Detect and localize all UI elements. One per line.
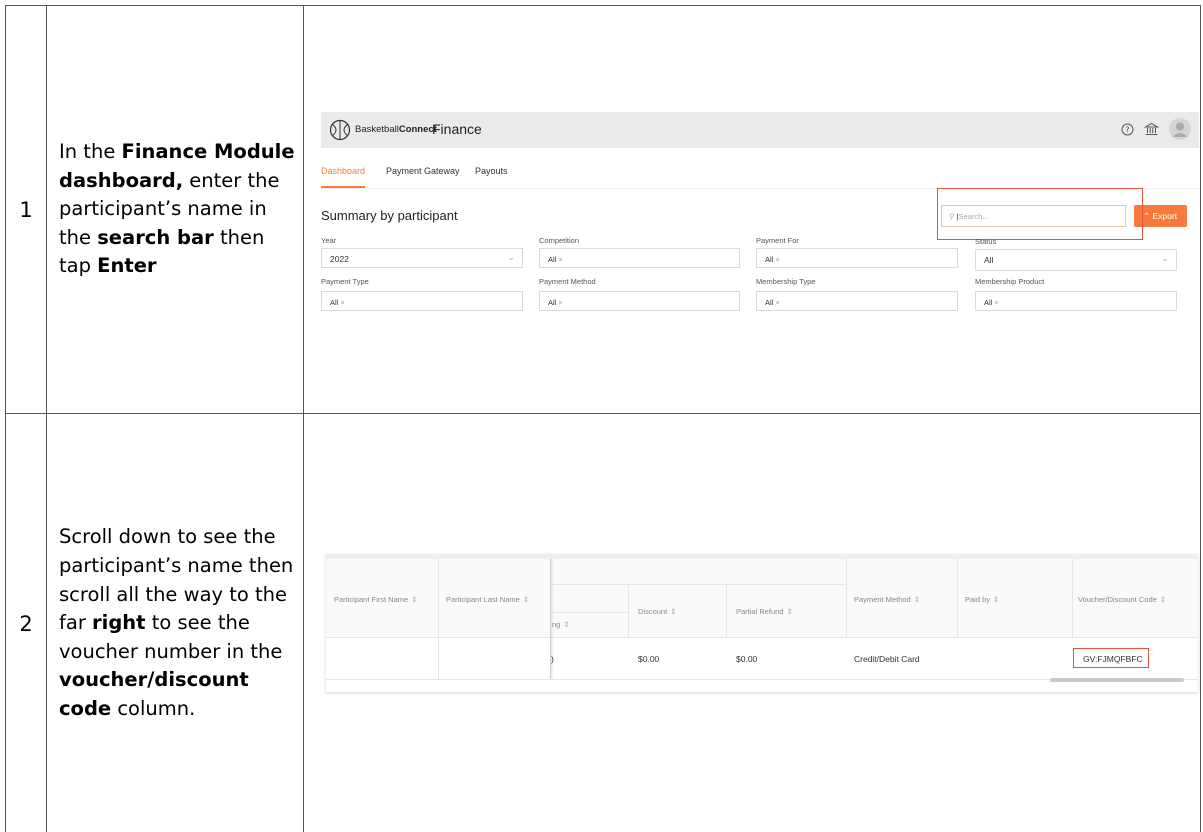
membership-product-select[interactable]: All ×: [975, 291, 1177, 311]
column-divider: [438, 559, 439, 679]
column-header-voucher[interactable]: Voucher/Discount Code ⇕: [1078, 595, 1166, 604]
filter-label-membership-type: Membership Type: [756, 277, 816, 286]
step-instruction-2: Scroll down to see the participant’s nam…: [46, 413, 304, 832]
column-header-partial[interactable]: ng ⇕: [552, 620, 570, 629]
competition-select[interactable]: All ×: [539, 248, 740, 268]
step-number-1: 1: [5, 5, 47, 414]
column-header-partial-refund[interactable]: Partial Refund ⇕: [736, 607, 793, 616]
column-divider: [726, 584, 727, 637]
chevron-down-icon: ⌄: [1161, 253, 1169, 263]
sort-icon[interactable]: ⇕: [787, 607, 793, 616]
status-select[interactable]: All ⌄: [975, 249, 1177, 271]
chevron-down-icon: ⌄: [507, 252, 515, 262]
section-title: Summary by participant: [321, 208, 458, 223]
top-icons: ?: [1121, 118, 1191, 140]
voucher-highlight-box: [1073, 648, 1149, 668]
cell-payment-method: Credit/Debit Card: [854, 654, 920, 664]
close-icon[interactable]: ×: [558, 255, 562, 264]
filter-label-status: Status: [975, 237, 997, 246]
step-row-2: 2 Scroll down to see the participant’s n…: [5, 413, 1201, 832]
sort-icon[interactable]: ⇕: [411, 595, 417, 604]
finance-dashboard-screenshot: BasketballConnect Finance ? Dashboard Pa…: [321, 112, 1199, 317]
column-divider: [957, 559, 958, 637]
bold-term: right: [92, 611, 146, 635]
column-divider: [1072, 559, 1073, 637]
fixed-column-shadow: [550, 559, 554, 679]
cell-discount: $0.00: [638, 654, 660, 664]
column-header-discount[interactable]: Discount ⇕: [638, 607, 676, 616]
filter-chip[interactable]: All ×: [548, 298, 563, 307]
filter-label-payment-type: Payment Type: [321, 277, 369, 286]
row-divider: [326, 637, 1198, 638]
tab-payment-gateway[interactable]: Payment Gateway: [386, 166, 460, 176]
close-icon[interactable]: ×: [994, 298, 998, 307]
filter-chip[interactable]: All ×: [765, 298, 780, 307]
filter-chip[interactable]: All ×: [765, 255, 780, 264]
payment-method-select[interactable]: All ×: [539, 291, 740, 311]
filter-chip[interactable]: All ×: [548, 255, 563, 264]
payment-type-select[interactable]: All ×: [321, 291, 523, 311]
bold-term: Enter: [97, 254, 157, 278]
step-screenshot-2: Participant First Name ⇕ Participant Last…: [303, 413, 1201, 832]
chevron-up-icon: ⌃: [1143, 211, 1151, 221]
filter-chip[interactable]: All ×: [330, 298, 345, 307]
column-divider: [846, 559, 847, 637]
column-header-first-name[interactable]: Participant First Name ⇕: [334, 595, 417, 604]
filter-label-year: Year: [321, 236, 337, 245]
app-title: Finance: [432, 121, 482, 137]
sort-icon[interactable]: ⇕: [563, 620, 569, 629]
close-icon[interactable]: ×: [775, 255, 779, 264]
brand-logo-text[interactable]: BasketballConnect: [355, 124, 437, 135]
filter-label-competition: Competition: [539, 236, 580, 245]
svg-text:?: ?: [1125, 125, 1129, 134]
status-value: All: [984, 255, 994, 265]
column-header-payment-method[interactable]: Payment Method ⇕: [854, 595, 920, 604]
instruction-table: 1 In the Finance Module dashboard, enter…: [5, 5, 1201, 832]
column-header-last-name[interactable]: Participant Last Name ⇕: [446, 595, 529, 604]
instruction-text: column.: [111, 696, 196, 720]
step-row-1: 1 In the Finance Module dashboard, enter…: [5, 5, 1201, 414]
bold-term: search bar: [97, 225, 214, 249]
bank-icon[interactable]: [1144, 122, 1159, 136]
filter-label-payment-for: Payment For: [756, 236, 799, 245]
column-header-paid-by[interactable]: Paid by ⇕: [965, 595, 999, 604]
sort-icon[interactable]: ⇕: [993, 595, 999, 604]
sort-icon[interactable]: ⇕: [523, 595, 529, 604]
sort-icon[interactable]: ⇕: [670, 607, 676, 616]
filter-chip[interactable]: All ×: [984, 298, 999, 307]
step-number-2: 2: [5, 413, 47, 832]
step-screenshot-1: BasketballConnect Finance ? Dashboard Pa…: [303, 5, 1201, 414]
filter-label-payment-method: Payment Method: [539, 277, 596, 286]
header-divider: [550, 612, 628, 613]
step-instruction-1: In the Finance Module dashboard, enter t…: [46, 5, 304, 414]
close-icon[interactable]: ×: [558, 298, 562, 307]
export-label: Export: [1152, 211, 1178, 221]
tab-dashboard[interactable]: Dashboard: [321, 166, 365, 176]
close-icon[interactable]: ×: [340, 298, 344, 307]
header-divider: [550, 584, 846, 585]
tab-payouts[interactable]: Payouts: [475, 166, 508, 176]
participant-table-screenshot: Participant First Name ⇕ Participant Last…: [326, 554, 1198, 692]
horizontal-scrollbar[interactable]: [1050, 678, 1184, 682]
year-value: 2022: [330, 254, 349, 264]
payment-for-select[interactable]: All ×: [756, 248, 958, 268]
avatar-icon[interactable]: [1169, 118, 1191, 140]
sort-icon[interactable]: ⇕: [914, 595, 920, 604]
sort-icon[interactable]: ⇕: [1160, 595, 1166, 604]
cell-partial-refund: $0.00: [736, 654, 758, 664]
year-select[interactable]: 2022 ⌄: [321, 248, 523, 268]
search-highlight-box: [937, 188, 1143, 240]
column-divider: [628, 584, 629, 637]
top-bar: BasketballConnect Finance ?: [321, 112, 1199, 148]
filter-label-membership-product: Membership Product: [975, 277, 1045, 286]
instruction-text: In the: [59, 140, 122, 164]
basketball-icon: [329, 119, 351, 141]
close-icon[interactable]: ×: [775, 298, 779, 307]
help-icon[interactable]: ?: [1121, 123, 1134, 136]
membership-type-select[interactable]: All ×: [756, 291, 958, 311]
